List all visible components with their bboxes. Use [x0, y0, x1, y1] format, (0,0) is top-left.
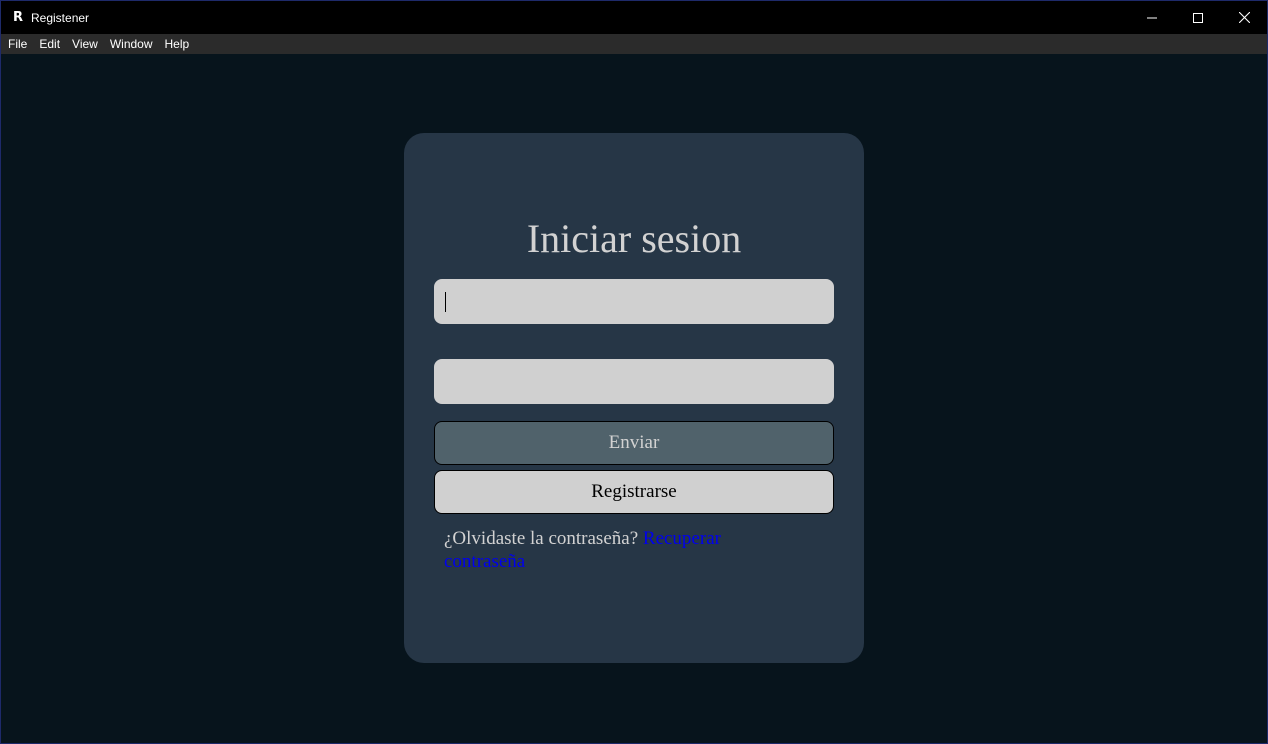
close-button[interactable] [1221, 1, 1267, 34]
forgot-password-label: ¿Olvidaste la contraseña? [444, 528, 639, 549]
window-title: Registener [31, 10, 90, 25]
password-input[interactable] [434, 359, 834, 404]
title-bar[interactable]: R Registener [1, 1, 1267, 34]
maximize-icon [1193, 12, 1203, 23]
app-logo-icon: R [13, 9, 24, 25]
menu-edit[interactable]: Edit [33, 34, 66, 54]
login-card: Iniciar sesion Enviar Registrarse ¿Olvid… [404, 133, 864, 663]
minimize-button[interactable] [1129, 1, 1175, 34]
window-controls [1129, 1, 1267, 34]
menu-help[interactable]: Help [159, 34, 196, 54]
menu-view[interactable]: View [66, 34, 104, 54]
app-window: R Registener File Edit View Window Help … [0, 0, 1268, 744]
maximize-button[interactable] [1175, 1, 1221, 34]
text-caret [445, 292, 446, 312]
forgot-password-text: ¿Olvidaste la contraseña? Recuperar cont… [444, 527, 774, 573]
close-icon [1238, 12, 1250, 23]
menu-window[interactable]: Window [104, 34, 159, 54]
page-title: Iniciar sesion [526, 216, 742, 261]
username-input[interactable] [434, 279, 834, 324]
register-button[interactable]: Registrarse [434, 470, 834, 514]
minimize-icon [1147, 17, 1157, 18]
menu-bar: File Edit View Window Help [1, 34, 1267, 54]
menu-file[interactable]: File [1, 34, 33, 54]
send-button[interactable]: Enviar [434, 421, 834, 465]
